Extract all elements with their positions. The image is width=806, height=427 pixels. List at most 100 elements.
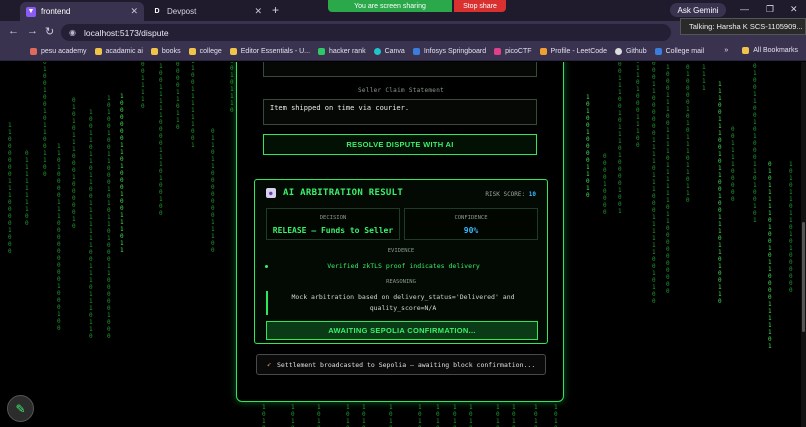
matrix-rain-column: 1 1 0 0 1 1 0 0 1 1 1 1 1 0 0 0 0 1 1 1 … xyxy=(159,62,163,217)
confidence-value: 90% xyxy=(463,226,479,235)
bookmark-label: college xyxy=(199,48,222,55)
bookmark-item[interactable]: Infosys Springboard xyxy=(412,48,486,55)
tab-title: frontend xyxy=(41,7,71,16)
folder-icon xyxy=(150,48,158,55)
page-viewport: 1 1 0 0 0 0 0 0 1 1 1 0 0 0 0 1 0 0 0 0 … xyxy=(0,62,806,427)
bookmark-item[interactable]: Github xyxy=(614,48,647,55)
dispute-panel: Seller Claim Statement Item shipped on t… xyxy=(236,62,564,402)
matrix-rain-column: 0 1 0 1 0 1 1 1 0 0 0 1 0 0 0 0 0 1 0 xyxy=(72,97,76,230)
minimize-icon[interactable]: — xyxy=(740,4,749,14)
bookmark-item[interactable]: Editor Essentials - U... xyxy=(229,48,311,55)
new-tab-button[interactable]: + xyxy=(272,3,279,17)
folder-icon xyxy=(188,48,196,55)
matrix-rain-column: 1 1 0 1 1 1 0 1 1 1 1 xyxy=(702,62,706,92)
robot-icon: ● xyxy=(266,188,276,198)
matrix-rain-column: 1 0 0 1 1 0 1 1 0 1 1 0 0 1 1 1 1 1 1 1 … xyxy=(89,109,93,340)
bookmark-label: Profile - LeetCode xyxy=(550,48,607,55)
devpost-icon: D xyxy=(154,8,160,15)
resolve-dispute-button[interactable]: RESOLVE DISPUTE WITH AI xyxy=(263,134,537,155)
matrix-rain-column: 1 0 1 0 0 1 0 0 0 0 1 1 0 1 0 xyxy=(586,94,590,199)
scrollbar[interactable] xyxy=(801,62,806,427)
confidence-label: CONFIDENCE xyxy=(454,215,488,221)
ask-gemini-button[interactable]: Ask Gemini xyxy=(670,3,726,17)
leetcode-icon xyxy=(539,48,547,55)
matrix-rain-column: 0 1 1 0 1 1 0 0 0 0 0 0 0 1 1 1 0 0 xyxy=(211,128,215,254)
bookmark-label: books xyxy=(161,48,181,55)
canva-icon xyxy=(373,48,381,55)
matrix-rain-column: 1 0 1 0 0 1 0 0 1 1 0 0 0 1 0 1 0 1 1 0 … xyxy=(107,95,111,340)
rocket-icon: ➶ xyxy=(266,360,271,369)
bookmark-icon xyxy=(30,48,37,55)
github-icon xyxy=(614,48,622,55)
matrix-rain-column: 1 0 1 0 xyxy=(317,404,321,427)
screen-share-indicator: You are screen sharing xyxy=(328,0,452,12)
matrix-rain-column: 0 1 0 1 1 1 1 1 0 1 0 0 1 0 1 1 0 0 0 0 … xyxy=(768,161,772,350)
all-bookmarks-label: All Bookmarks xyxy=(753,47,798,54)
bookmark-item[interactable]: Profile - LeetCode xyxy=(539,48,607,55)
close-icon[interactable]: ✕ xyxy=(254,6,262,17)
matrix-rain-column: 1 0 1 0 xyxy=(291,404,295,427)
edit-fab-button[interactable]: ✎ xyxy=(7,395,34,422)
folder-icon xyxy=(742,47,750,54)
bookmark-item[interactable]: picoCTF xyxy=(494,48,532,55)
tab-frontend[interactable]: ▼ frontend ✕ xyxy=(20,2,144,21)
matrix-rain-column: 1 0 1 0 xyxy=(512,404,516,427)
bookmark-item[interactable]: pesu academy xyxy=(30,48,87,55)
close-icon[interactable]: ✕ xyxy=(130,6,138,17)
seller-claim-textarea[interactable]: Item shipped on time via courier. xyxy=(263,99,537,125)
tab-title: Devpost xyxy=(167,7,197,16)
matrix-rain-column: 1 0 1 0 xyxy=(418,404,422,427)
tooltip-text: Talking: Harsha K SCS-1105909... xyxy=(689,22,803,31)
site-info-icon[interactable]: ◉ xyxy=(69,28,76,37)
confidence-box: CONFIDENCE 90% xyxy=(404,208,538,240)
matrix-rain-column: 0 1 1 1 1 0 0 0 0 0 0 1 1 0 1 1 0 xyxy=(176,62,180,131)
matrix-rain-column: 1 1 0 1 0 0 1 0 0 1 0 1 1 0 0 1 1 0 0 xyxy=(43,62,47,178)
matrix-rain-column: 0 1 1 1 1 1 1 1 1 0 0 xyxy=(25,150,29,227)
bookmark-item[interactable]: acadamic ai xyxy=(94,48,143,55)
vite-icon: ▼ xyxy=(26,6,36,17)
reasoning-label: REASONING xyxy=(386,279,416,285)
bookmark-label: picoCTF xyxy=(505,48,532,55)
tab-devpost[interactable]: D Devpost ✕ xyxy=(146,2,268,21)
bookmark-item[interactable]: books xyxy=(150,48,181,55)
resolve-button-label: RESOLVE DISPUTE WITH AI xyxy=(346,140,454,149)
result-title-text: AI ARBITRATION RESULT xyxy=(283,188,404,198)
scrollbar-thumb[interactable] xyxy=(802,222,805,332)
settlement-status: ➶ Settlement broadcasted to Sepolia — aw… xyxy=(256,354,546,375)
bookmark-label: College mail xyxy=(665,48,705,55)
chevron-right-icon[interactable]: » xyxy=(724,47,728,54)
bookmark-label: Canva xyxy=(384,48,405,55)
mail-icon xyxy=(654,48,662,55)
all-bookmarks-button[interactable]: » All Bookmarks xyxy=(724,47,798,54)
matrix-rain-column: 1 0 1 0 xyxy=(362,404,366,427)
decision-box: DECISION RELEASE — Funds to Seller xyxy=(266,208,400,240)
matrix-rain-column: 1 1 0 1 0 0 0 0 1 1 1 0 0 0 0 0 0 0 0 0 … xyxy=(57,143,61,332)
maximize-icon[interactable]: ❐ xyxy=(766,4,774,15)
bookmark-item[interactable]: hacker rank xyxy=(318,48,366,55)
awaiting-confirmation-button[interactable]: AWAITING SEPOLIA CONFIRMATION... xyxy=(266,321,538,340)
settlement-text: Settlement broadcasted to Sepolia — awai… xyxy=(276,360,536,369)
bookmark-label: hacker rank xyxy=(329,48,366,55)
folder-icon xyxy=(229,48,237,55)
evidence-text: Verified zkTLS proof indicates delivery xyxy=(327,262,480,270)
url-text: localhost:5173/dispute xyxy=(83,27,169,38)
matrix-rain-column: 1 0 1 0 xyxy=(534,404,538,427)
back-icon[interactable]: ← xyxy=(8,25,19,37)
bookmark-item[interactable]: College mail xyxy=(654,48,705,55)
stop-share-button[interactable]: Stop share xyxy=(454,0,506,12)
bookmark-label: Editor Essentials - U... xyxy=(240,48,311,55)
risk-score-label: RISK SCORE: xyxy=(485,191,526,198)
bookmark-item[interactable]: college xyxy=(188,48,222,55)
matrix-rain-column: 1 0 1 0 xyxy=(436,404,440,427)
buyer-claim-textarea[interactable] xyxy=(263,62,537,77)
close-window-icon[interactable]: ✕ xyxy=(790,4,798,15)
decision-value: RELEASE — Funds to Seller xyxy=(272,226,394,235)
reload-icon[interactable]: ↻ xyxy=(45,25,54,38)
bookmark-label: acadamic ai xyxy=(105,48,143,55)
matrix-rain-column: 0 0 0 1 1 0 0 0 0 0 0 1 1 1 1 0 1 1 1 0 … xyxy=(652,62,656,305)
forward-icon[interactable]: → xyxy=(27,25,38,37)
bookmark-item[interactable]: Canva xyxy=(373,48,405,55)
bookmark-label: pesu academy xyxy=(41,48,87,55)
seller-claim-label: Seller Claim Statement xyxy=(357,87,445,94)
address-bar[interactable]: ◉ localhost:5173/dispute xyxy=(61,24,671,41)
